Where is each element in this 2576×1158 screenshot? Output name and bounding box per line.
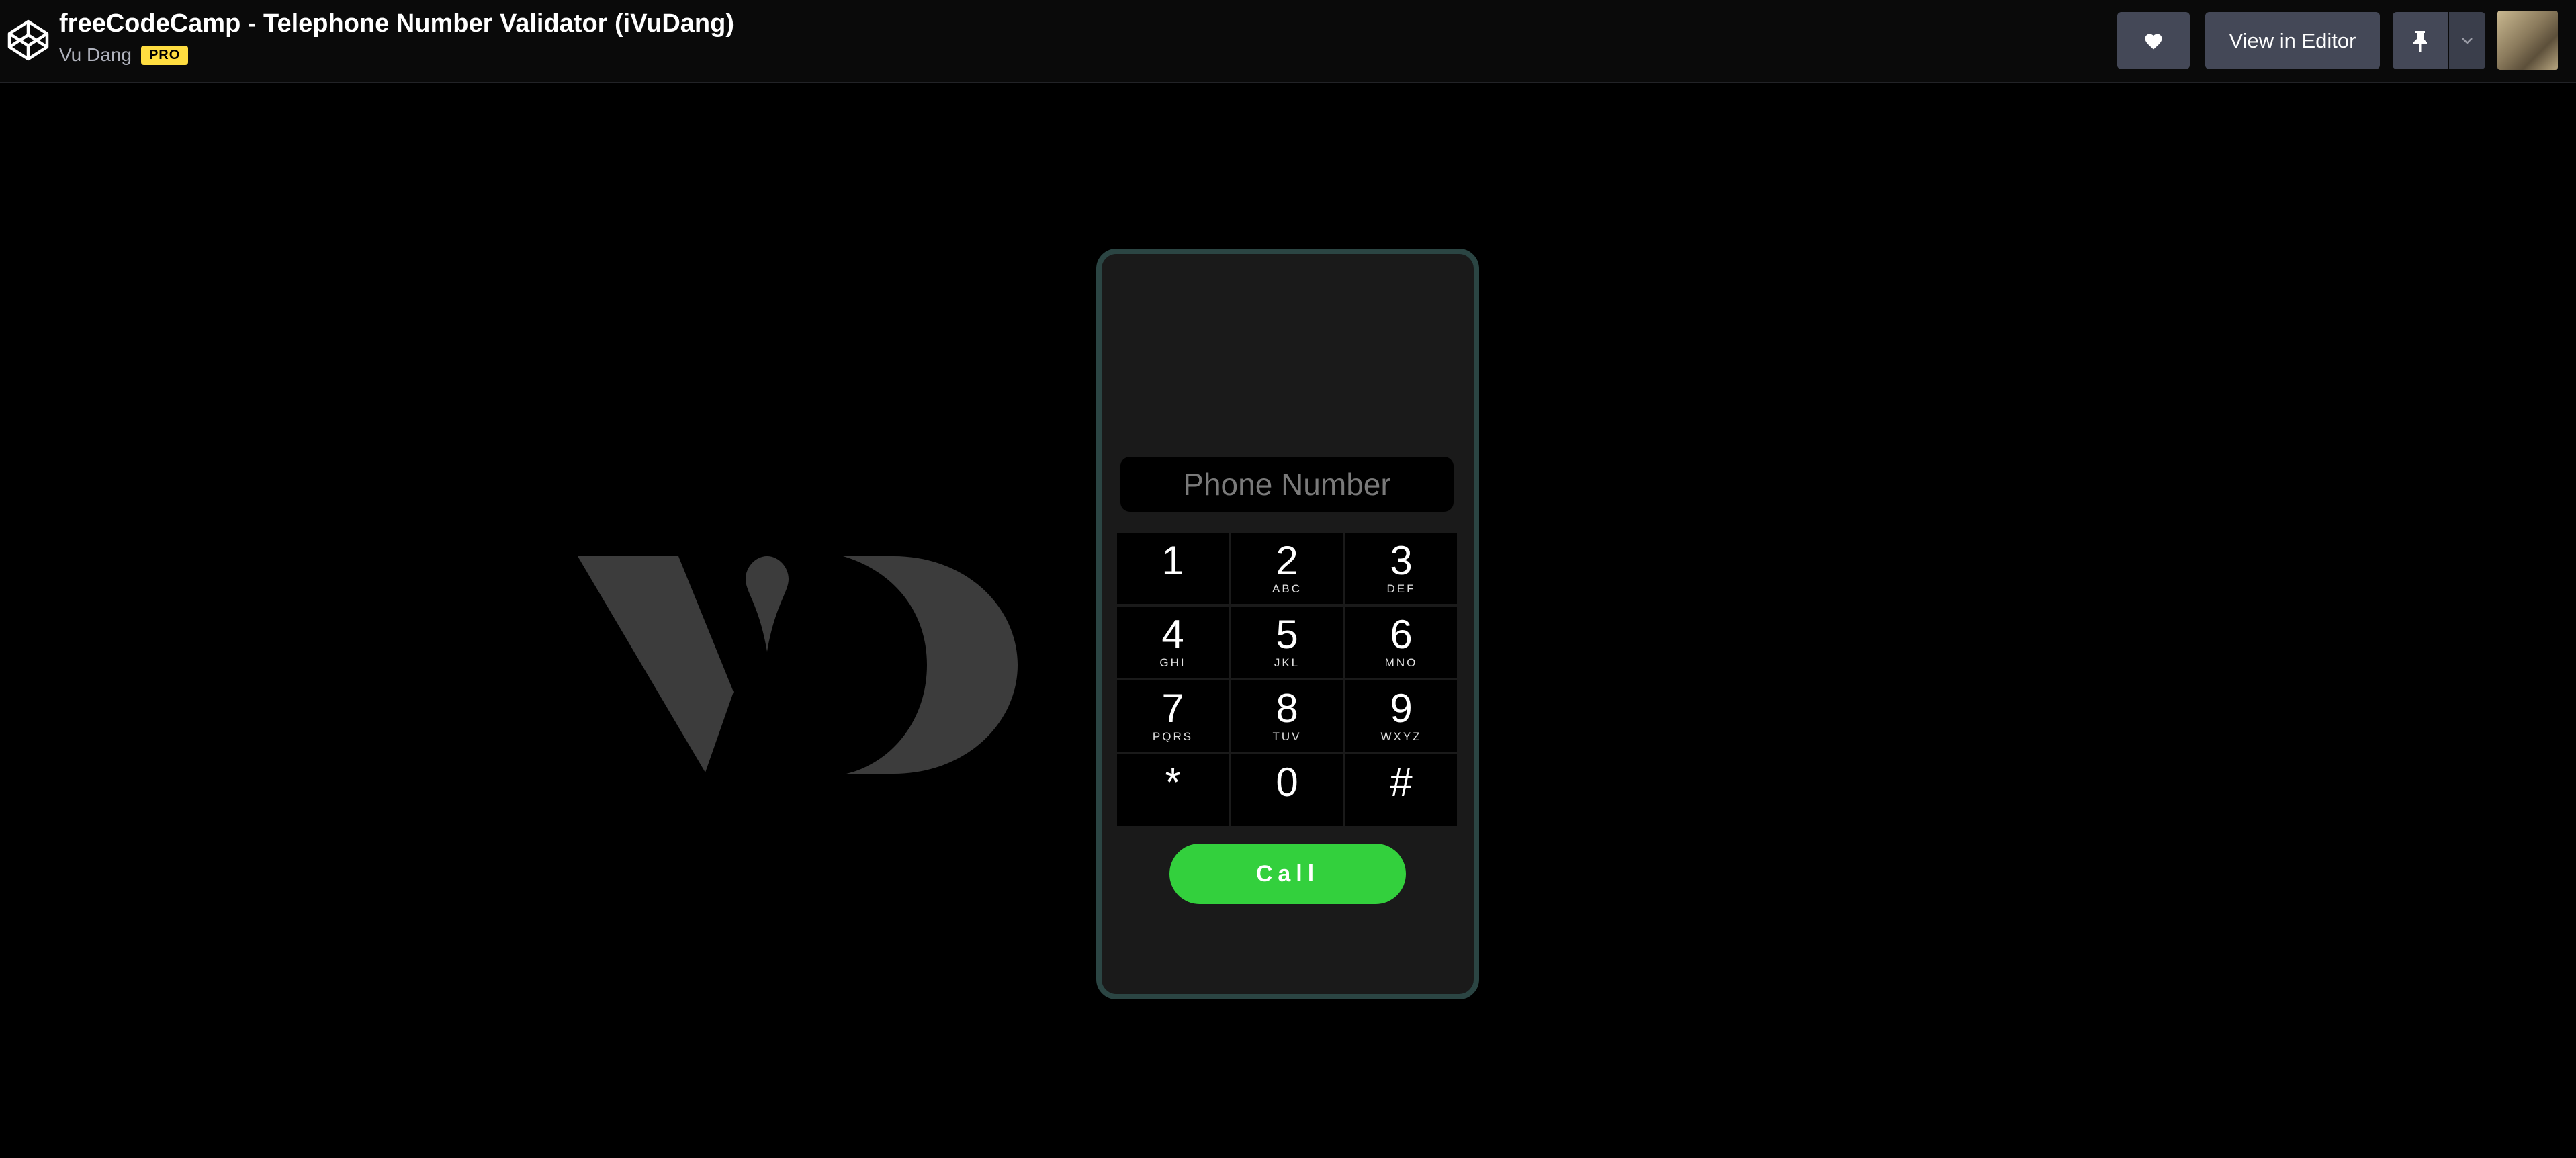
key-letters: ABC <box>1272 582 1302 595</box>
key-letters: PQRS <box>1152 730 1194 743</box>
key-hash[interactable]: # <box>1345 754 1457 826</box>
keypad: 1 2 ABC 3 DEF 4 GHI 5 JKL 6 MNO 7 PQRS 8… <box>1117 533 1457 828</box>
heart-icon <box>2145 34 2162 49</box>
key-5[interactable]: 5 JKL <box>1231 607 1343 678</box>
key-digit: 2 <box>1276 538 1298 583</box>
pin-dropdown-button[interactable] <box>2449 12 2485 69</box>
key-letters: MNO <box>1384 656 1418 669</box>
key-digit: 7 <box>1161 686 1184 731</box>
vd-logo <box>578 556 1018 774</box>
key-digit: 3 <box>1390 538 1413 583</box>
key-letters: WXYZ <box>1380 730 1422 743</box>
key-8[interactable]: 8 TUV <box>1231 680 1343 752</box>
key-digit: 5 <box>1276 612 1298 657</box>
key-7[interactable]: 7 PQRS <box>1117 680 1229 752</box>
codepen-icon[interactable] <box>5 17 51 63</box>
key-6[interactable]: 6 MNO <box>1345 607 1457 678</box>
chevron-down-icon <box>2462 37 2473 44</box>
key-letters: DEF <box>1386 582 1416 595</box>
key-digit: 9 <box>1390 686 1413 731</box>
key-digit: 1 <box>1161 538 1184 583</box>
key-9[interactable]: 9 WXYZ <box>1345 680 1457 752</box>
key-digit: 4 <box>1161 612 1184 657</box>
pen-title: freeCodeCamp - Telephone Number Validato… <box>59 9 735 38</box>
key-digit: 0 <box>1276 760 1298 805</box>
key-digit: * <box>1165 760 1181 805</box>
view-in-editor-button[interactable]: View in Editor <box>2205 12 2380 69</box>
key-0[interactable]: 0 <box>1231 754 1343 826</box>
pin-button[interactable] <box>2393 12 2448 69</box>
call-button[interactable]: Call <box>1169 844 1406 904</box>
key-digit: 6 <box>1390 612 1413 657</box>
user-avatar[interactable] <box>2497 11 2558 70</box>
author-link[interactable]: Vu Dang <box>59 44 132 66</box>
key-letters: TUV <box>1272 730 1302 743</box>
pro-badge: PRO <box>140 45 189 65</box>
top-bar: freeCodeCamp - Telephone Number Validato… <box>0 0 2576 83</box>
key-4[interactable]: 4 GHI <box>1117 607 1229 678</box>
author-row: Vu Dang PRO <box>59 42 189 69</box>
key-3[interactable]: 3 DEF <box>1345 533 1457 604</box>
phone-number-input[interactable] <box>1120 457 1454 512</box>
key-digit: # <box>1390 760 1413 805</box>
key-2[interactable]: 2 ABC <box>1231 533 1343 604</box>
pin-icon <box>2413 30 2427 52</box>
key-1[interactable]: 1 <box>1117 533 1229 604</box>
key-letters: GHI <box>1159 656 1186 669</box>
key-star[interactable]: * <box>1117 754 1229 826</box>
key-letters: JKL <box>1274 656 1300 669</box>
key-digit: 8 <box>1276 686 1298 731</box>
like-button[interactable] <box>2117 12 2190 69</box>
